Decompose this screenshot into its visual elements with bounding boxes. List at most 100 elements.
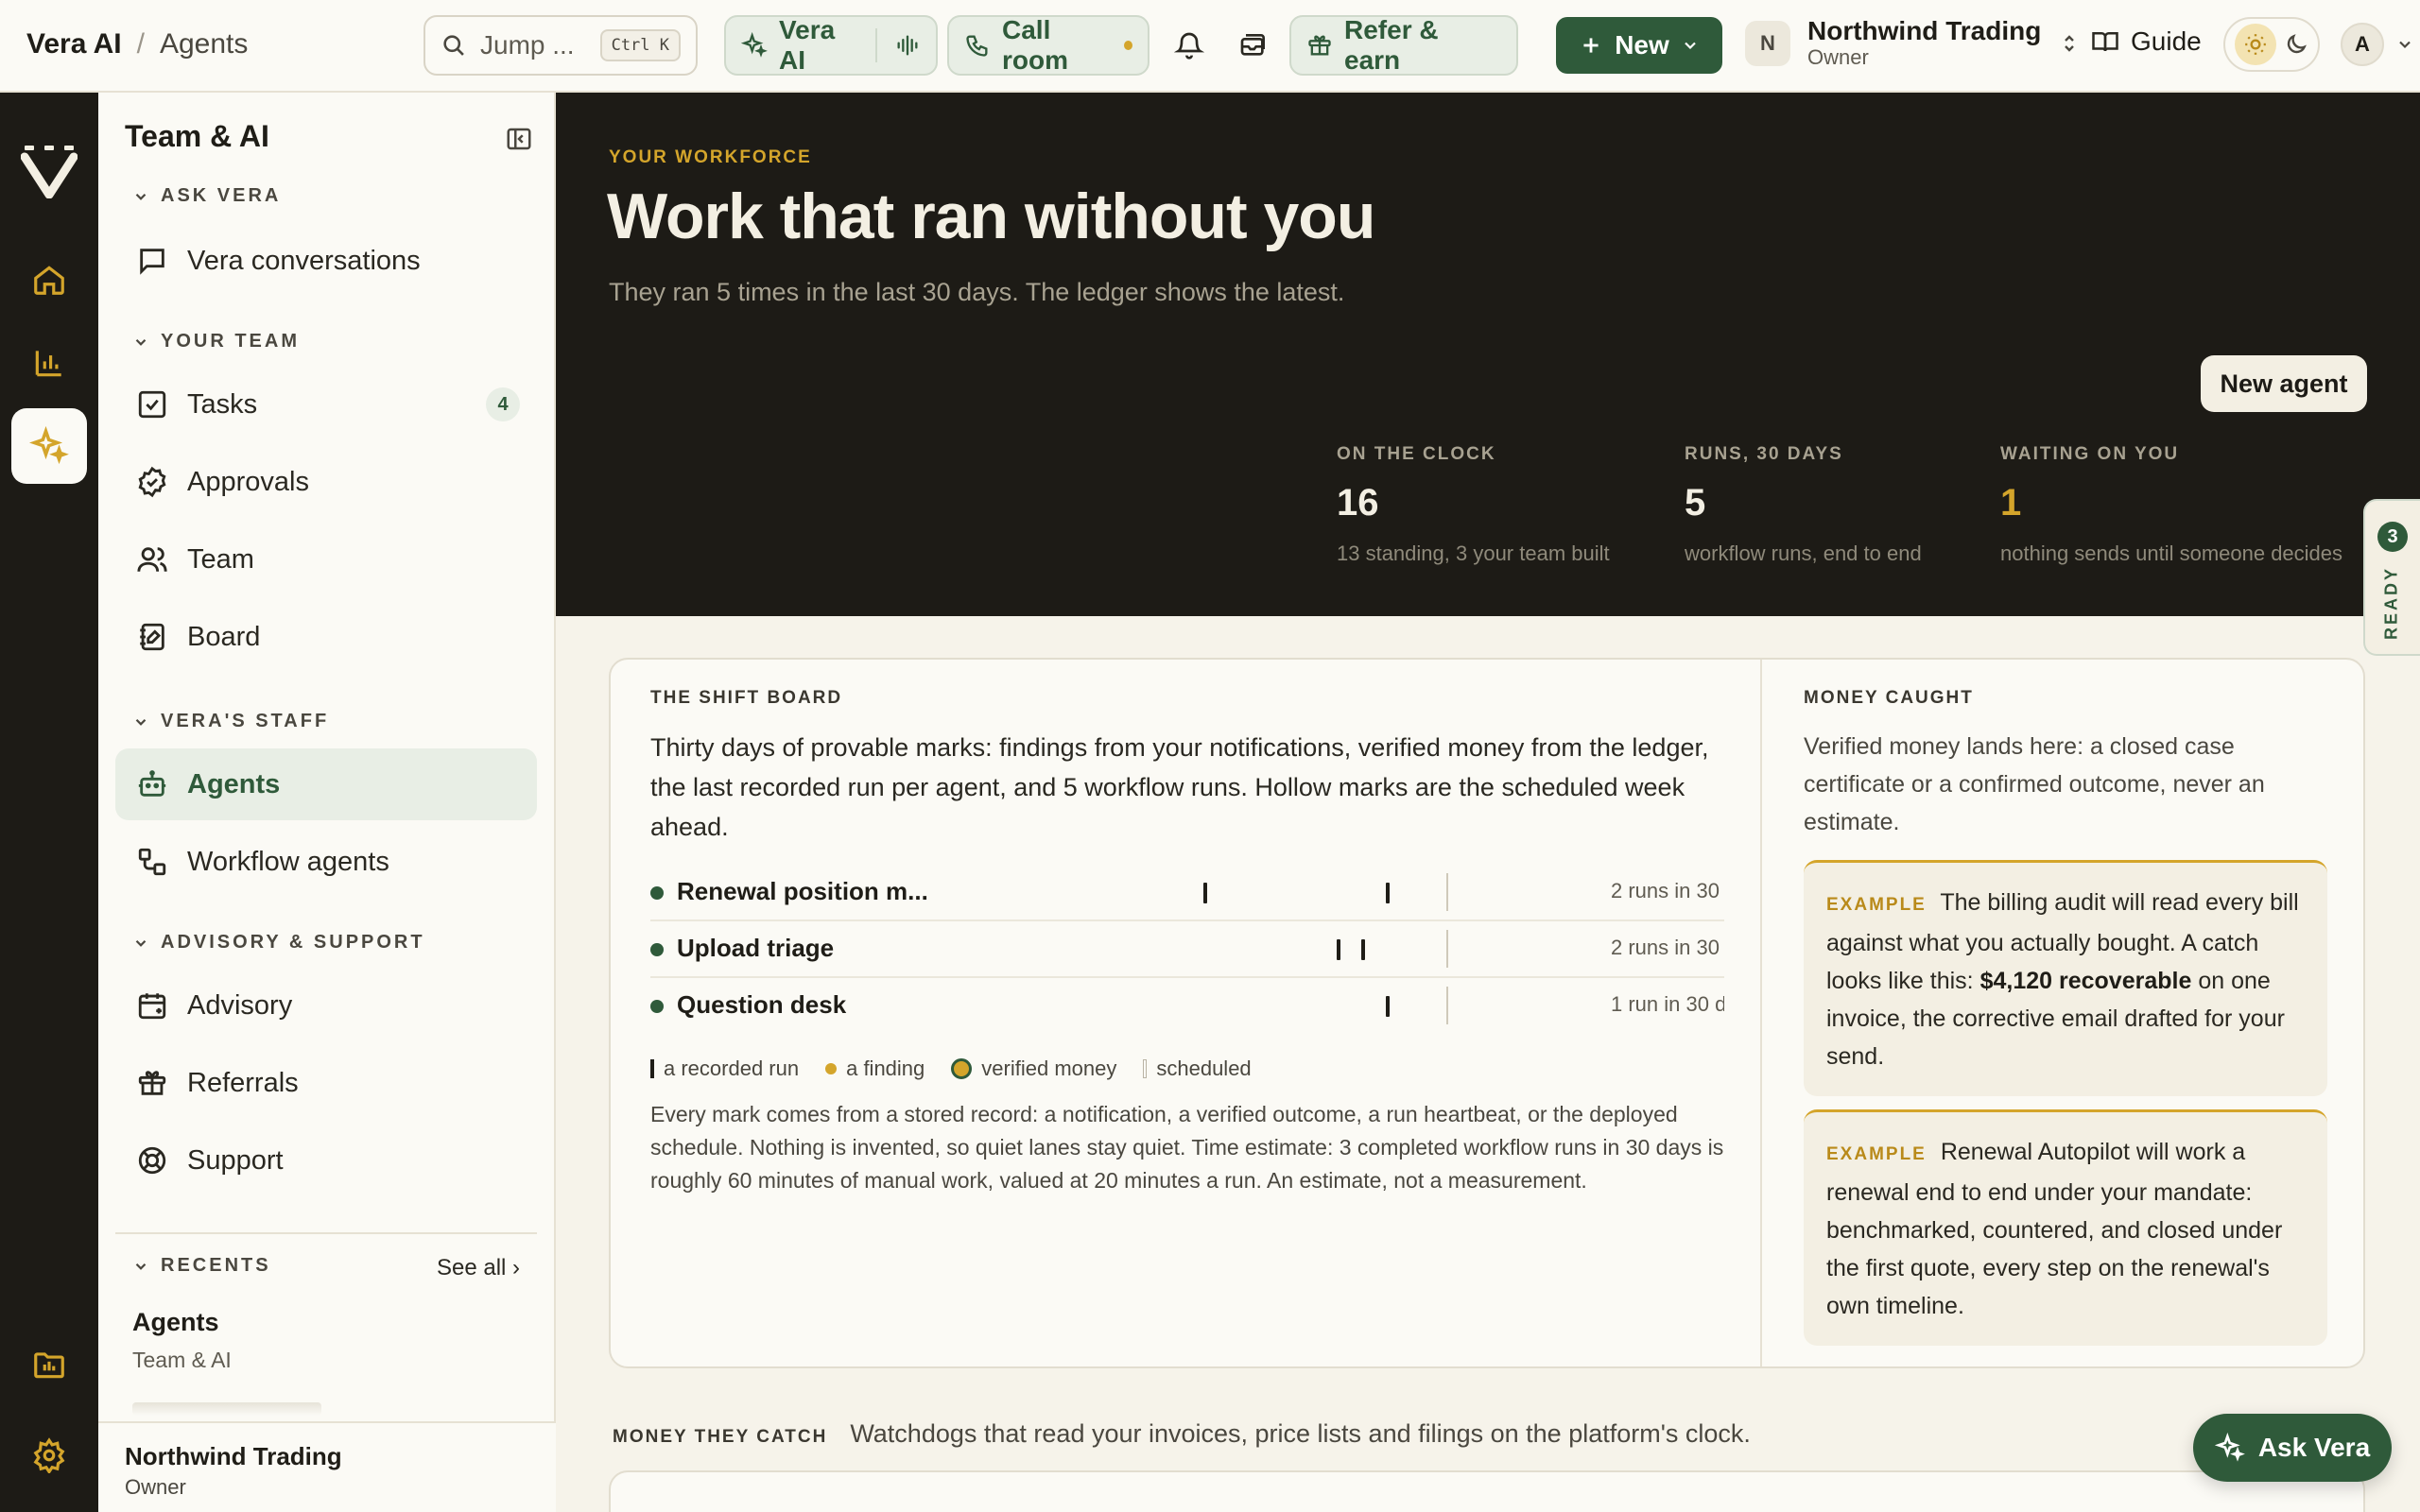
section-veras-staff[interactable]: VERA'S STAFF bbox=[132, 711, 329, 732]
org-avatar: N bbox=[1745, 21, 1790, 66]
sun-icon[interactable] bbox=[2235, 24, 2276, 65]
sidebar-item-label: Vera conversations bbox=[187, 245, 421, 276]
agent-lane[interactable]: Question desk 1 run in 30 days bbox=[650, 977, 1724, 1034]
sidebar-item-label: Workflow agents bbox=[187, 846, 389, 877]
theme-toggle[interactable] bbox=[2223, 17, 2320, 72]
refer-earn-button[interactable]: Refer & earn bbox=[1289, 15, 1518, 76]
moon-icon[interactable] bbox=[2284, 32, 2308, 57]
section-label: RECENTS bbox=[161, 1255, 271, 1276]
breadcrumb-current: Agents bbox=[159, 28, 249, 60]
settings-gear-icon[interactable] bbox=[11, 1418, 87, 1493]
new-button-label: New bbox=[1615, 30, 1669, 60]
sparkle-icon bbox=[2214, 1433, 2245, 1463]
account-menu[interactable]: A bbox=[2341, 23, 2414, 66]
section-recents[interactable]: RECENTS bbox=[132, 1255, 271, 1277]
see-all-recents-link[interactable]: See all › bbox=[437, 1255, 520, 1281]
money-they-catch-header: MONEY THEY CATCH Watchdogs that read you… bbox=[613, 1419, 1751, 1449]
call-room-status-dot bbox=[1123, 41, 1132, 50]
sidebar-item-vera-conversations[interactable]: Vera conversations bbox=[115, 225, 537, 297]
breadcrumb-separator: / bbox=[136, 28, 145, 60]
home-icon[interactable] bbox=[11, 242, 87, 318]
org-role: Owner bbox=[1807, 45, 1869, 69]
stat-value: 5 bbox=[1685, 482, 1706, 524]
section-advisory-support[interactable]: ADVISORY & SUPPORT bbox=[132, 932, 425, 954]
sidebar-item-label: Agents bbox=[187, 768, 281, 799]
stat-on-the-clock: ON THE CLOCK 16 13 standing, 3 your team… bbox=[1337, 444, 1610, 566]
collapse-sidebar-icon[interactable] bbox=[505, 125, 533, 153]
sidebar-item-label: Team bbox=[187, 543, 254, 575]
ready-drawer-tab[interactable]: 3 READY bbox=[2363, 499, 2420, 656]
section-your-team[interactable]: YOUR TEAM bbox=[132, 331, 300, 352]
section-label: VERA'S STAFF bbox=[161, 711, 330, 731]
stat-waiting-on-you: WAITING ON YOU 1 nothing sends until som… bbox=[2000, 444, 2420, 566]
app-rail bbox=[0, 93, 98, 1512]
new-button[interactable]: New bbox=[1556, 17, 1722, 74]
recent-item-title[interactable]: Agents bbox=[132, 1308, 219, 1337]
sidebar-item-approvals[interactable]: Approvals bbox=[115, 446, 537, 518]
ask-vera-button[interactable]: Ask Vera bbox=[2193, 1414, 2392, 1482]
agent-lane[interactable]: Upload triage 2 runs in 30 days bbox=[650, 920, 1724, 977]
lane-status-dot bbox=[650, 886, 664, 900]
inbox-icon[interactable] bbox=[1235, 26, 1272, 64]
org-name: Northwind Trading bbox=[1807, 16, 2042, 45]
voice-waveform-icon[interactable] bbox=[894, 32, 921, 59]
chevron-down-icon bbox=[135, 1263, 147, 1270]
legend-money-swatch bbox=[951, 1058, 973, 1079]
stat-value: 1 bbox=[2000, 482, 2022, 524]
analytics-chart-icon[interactable] bbox=[11, 325, 87, 401]
legend-label: verified money bbox=[981, 1057, 1117, 1080]
guide-link[interactable]: Guide bbox=[2091, 26, 2202, 57]
lane-agent-name: Question desk bbox=[677, 990, 847, 1019]
shift-board-section: THE SHIFT BOARD Thirty days of provable … bbox=[650, 688, 1724, 847]
shift-board-card: THE SHIFT BOARD Thirty days of provable … bbox=[609, 658, 2365, 1368]
sidebar-item-agents[interactable]: Agents bbox=[115, 748, 537, 820]
organization-switcher[interactable]: N Northwind Trading Owner bbox=[1745, 17, 2081, 70]
shift-board-fine-print: Every mark comes from a stored record: a… bbox=[650, 1102, 1724, 1193]
chevron-down-icon bbox=[1681, 36, 1700, 55]
lane-agent-name: Upload triage bbox=[677, 934, 835, 962]
breadcrumb-root[interactable]: Vera AI bbox=[26, 28, 122, 60]
ready-label: READY bbox=[2381, 565, 2401, 641]
notifications-bell-icon[interactable] bbox=[1170, 26, 1208, 64]
money-they-catch-description: Watchdogs that read your invoices, price… bbox=[850, 1419, 1751, 1448]
example-tag: EXAMPLE bbox=[1826, 895, 1927, 915]
sidebar-footer-org[interactable]: Northwind Trading Owner bbox=[98, 1421, 556, 1512]
tasks-count-badge: 4 bbox=[486, 387, 520, 421]
call-room-button[interactable]: Call room bbox=[947, 15, 1150, 76]
section-ask-vera[interactable]: ASK VERA bbox=[132, 185, 281, 207]
sidebar-item-referrals[interactable]: Referrals bbox=[115, 1047, 537, 1119]
sidebar-item-team[interactable]: Team bbox=[115, 524, 537, 595]
legend-run-swatch bbox=[650, 1059, 654, 1078]
vera-logo-icon[interactable] bbox=[21, 146, 78, 198]
divider bbox=[115, 1232, 537, 1234]
calendar-icon bbox=[138, 993, 166, 1020]
chevron-down-icon bbox=[135, 193, 147, 200]
lane-run-count: 2 runs in 30 days bbox=[1611, 936, 1724, 959]
stat-note: nothing sends until someone decides bbox=[2000, 541, 2343, 565]
sidebar-item-support[interactable]: Support bbox=[115, 1125, 537, 1196]
users-icon bbox=[137, 547, 167, 572]
footer-org-role: Owner bbox=[125, 1475, 186, 1499]
files-folder-icon[interactable] bbox=[11, 1327, 87, 1402]
watchdogs-card bbox=[609, 1470, 2365, 1512]
stat-label: ON THE CLOCK bbox=[1337, 444, 1496, 464]
breadcrumb: Vera AI / Agents bbox=[26, 28, 248, 60]
sidebar-item-tasks[interactable]: Tasks 4 bbox=[115, 369, 537, 440]
money-caught-section: MONEY CAUGHT Verified money lands here: … bbox=[1804, 688, 2333, 841]
pill-divider bbox=[875, 28, 877, 62]
sidebar-item-board[interactable]: Board bbox=[115, 601, 537, 673]
renewal-example-card: EXAMPLE Renewal Autopilot will work a re… bbox=[1804, 1109, 2327, 1346]
refer-earn-label: Refer & earn bbox=[1344, 15, 1439, 75]
sidebar-item-label: Advisory bbox=[187, 989, 293, 1021]
new-agent-button[interactable]: New agent bbox=[2201, 355, 2367, 412]
agent-lane[interactable]: Renewal position m... 2 runs in 30 days bbox=[650, 864, 1724, 920]
vera-ai-button[interactable]: Vera AI bbox=[724, 15, 938, 76]
legend-recorded-run: a recorded run bbox=[650, 1057, 799, 1081]
money-caught-label: MONEY CAUGHT bbox=[1804, 688, 1974, 708]
team-ai-sparkle-icon[interactable] bbox=[11, 408, 87, 484]
jump-search[interactable]: Jump ... Ctrl K bbox=[424, 15, 698, 76]
sidebar-item-workflow-agents[interactable]: Workflow agents bbox=[115, 826, 537, 898]
sidebar-item-advisory[interactable]: Advisory bbox=[115, 970, 537, 1041]
sidebar-item-label: Board bbox=[187, 621, 261, 652]
call-room-label: Call room bbox=[1002, 15, 1068, 75]
